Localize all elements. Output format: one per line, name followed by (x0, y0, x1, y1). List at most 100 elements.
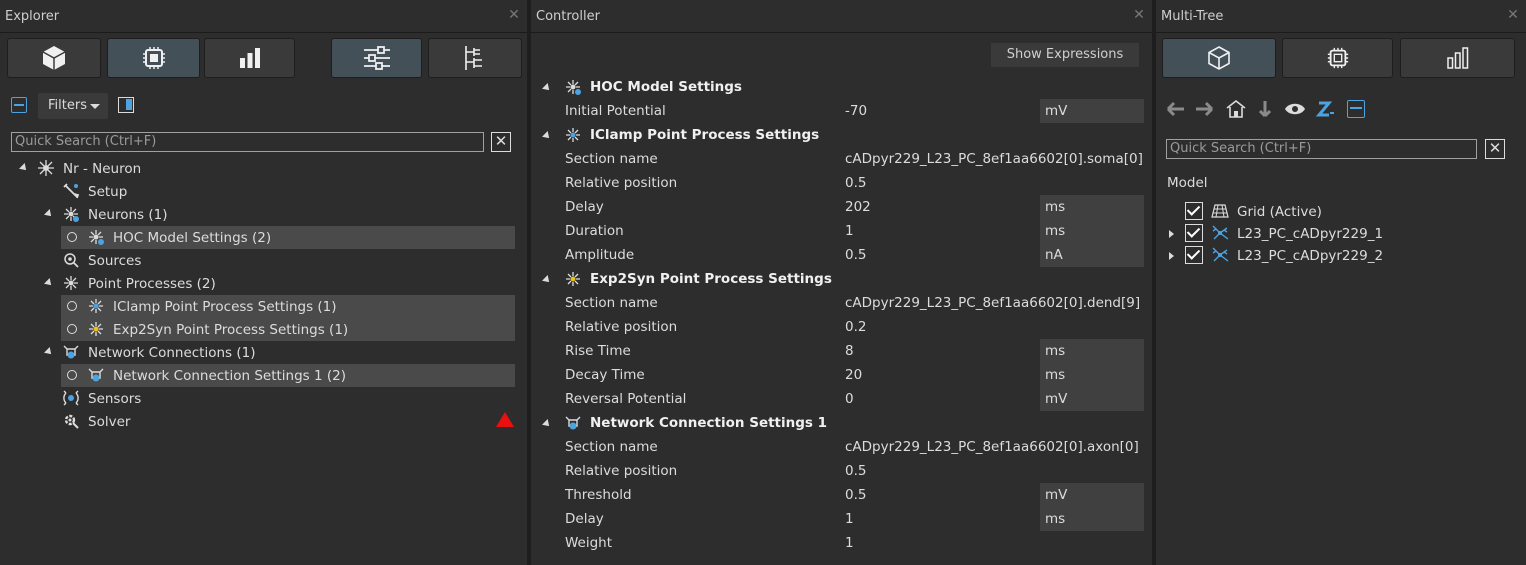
collapse-all-icon[interactable] (11, 97, 27, 113)
home-icon[interactable] (1225, 99, 1247, 123)
unit-field[interactable]: ms (1040, 507, 1144, 531)
close-icon[interactable]: ✕ (1506, 8, 1520, 22)
checkbox[interactable] (1185, 202, 1203, 220)
tree-item-grid[interactable]: Grid (Active) (1156, 200, 1516, 223)
radio-icon[interactable] (67, 301, 77, 311)
side-panel-toggle-icon[interactable] (118, 97, 134, 113)
tree-item-sensors[interactable]: Sensors (0, 387, 520, 410)
unit-field[interactable]: mV (1040, 483, 1144, 507)
collapse-arrow-icon[interactable] (542, 131, 552, 141)
property-value[interactable]: cADpyr229_L23_PC_8ef1aa6602[0].axon[0] (845, 439, 1139, 455)
property-value[interactable]: -70 (845, 103, 867, 119)
property-value[interactable]: 1 (845, 511, 854, 527)
checkbox[interactable] (1185, 224, 1203, 242)
property-value[interactable]: 0.5 (845, 487, 866, 503)
collapse-arrow-icon[interactable] (542, 419, 552, 429)
tree-item-neurons[interactable]: Neurons (1) (0, 203, 520, 226)
hierarchy-view-button[interactable] (428, 38, 522, 78)
sensors-icon (62, 389, 80, 407)
tree-item-neuron[interactable]: Nr - Neuron (0, 157, 520, 180)
show-expressions-button[interactable]: Show Expressions (991, 43, 1139, 67)
collapse-arrow-icon[interactable] (542, 83, 552, 93)
down-arrow-icon[interactable] (1257, 99, 1273, 123)
expand-arrow-icon[interactable] (19, 163, 29, 173)
tree-item-model-1[interactable]: L23_PC_cADpyr229_1 (1156, 222, 1516, 245)
tree-item-solver[interactable]: Solver (0, 410, 520, 433)
property-value[interactable]: 20 (845, 367, 862, 383)
property-value[interactable]: cADpyr229_L23_PC_8ef1aa6602[0].dend[9] (845, 295, 1140, 311)
chip-icon (1326, 46, 1350, 70)
tree-item-model-2[interactable]: L23_PC_cADpyr229_2 (1156, 244, 1516, 267)
unit-field[interactable]: ms (1040, 195, 1144, 219)
expand-arrow-icon[interactable] (44, 278, 54, 288)
warning-icon[interactable] (496, 412, 514, 427)
tree-item-hoc-model-settings[interactable]: HOC Model Settings (2) (61, 226, 515, 249)
close-icon[interactable]: ✕ (507, 8, 521, 22)
tree-item-network-connection-settings[interactable]: Network Connection Settings 1 (2) (61, 364, 515, 387)
simulation-view-button[interactable] (107, 38, 200, 78)
clear-search-icon[interactable]: ✕ (491, 132, 511, 152)
property-value[interactable]: 0.5 (845, 463, 866, 479)
section-title: Exp2Syn Point Process Settings (590, 271, 832, 287)
unit-field[interactable]: ms (1040, 363, 1144, 387)
tree-item-iclamp-settings[interactable]: IClamp Point Process Settings (1) (61, 295, 515, 318)
tree-item-exp2syn-settings[interactable]: Exp2Syn Point Process Settings (1) (61, 318, 515, 341)
property-name: Delay (565, 511, 604, 527)
tree-item-network-connections[interactable]: Network Connections (1) (0, 341, 520, 364)
forward-arrow-icon[interactable] (1194, 100, 1214, 122)
collapse-arrow-icon[interactable] (542, 275, 552, 285)
sleep-icon[interactable] (1315, 99, 1336, 123)
expand-arrow-icon[interactable] (1169, 252, 1174, 260)
property-value[interactable]: 202 (845, 199, 871, 215)
property-value[interactable]: 0.5 (845, 175, 866, 191)
expand-arrow-icon[interactable] (44, 347, 54, 357)
settings-view-button[interactable] (331, 38, 422, 78)
property-row: Threshold 0.5 mV (531, 483, 1152, 507)
property-row: Section name cADpyr229_L23_PC_8ef1aa6602… (531, 147, 1152, 171)
tree-label: Grid (Active) (1237, 203, 1322, 220)
collapse-all-icon[interactable] (1347, 100, 1365, 118)
multitree-header: Multi-Tree (1156, 0, 1526, 33)
property-value[interactable]: 0 (845, 391, 854, 407)
clear-search-icon[interactable]: ✕ (1485, 139, 1505, 159)
close-icon[interactable]: ✕ (1132, 8, 1146, 22)
property-value[interactable]: 0.2 (845, 319, 866, 335)
property-value[interactable]: 1 (845, 223, 854, 239)
results-tree-button[interactable] (1400, 38, 1515, 78)
property-value[interactable]: 8 (845, 343, 854, 359)
expand-arrow-icon[interactable] (1169, 230, 1174, 238)
tree-item-point-processes[interactable]: Point Processes (2) (0, 272, 520, 295)
checkbox[interactable] (1185, 246, 1203, 264)
filters-dropdown[interactable]: Filters (38, 93, 108, 119)
cube-icon (40, 44, 68, 72)
tree-label: Exp2Syn Point Process Settings (1) (113, 321, 349, 338)
expand-arrow-icon[interactable] (44, 209, 54, 219)
property-value[interactable]: 1 (845, 535, 854, 551)
model-tree-button[interactable] (1162, 38, 1276, 78)
eye-icon[interactable] (1284, 101, 1306, 121)
property-value[interactable]: cADpyr229_L23_PC_8ef1aa6602[0].soma[0] (845, 151, 1143, 167)
section-header-hoc[interactable]: HOC Model Settings (531, 75, 1152, 99)
property-value[interactable]: 0.5 (845, 247, 866, 263)
section-header-network-connection[interactable]: Network Connection Settings 1 (531, 411, 1152, 435)
section-header-exp2syn[interactable]: Exp2Syn Point Process Settings (531, 267, 1152, 291)
radio-icon[interactable] (67, 232, 77, 242)
property-row: Section name cADpyr229_L23_PC_8ef1aa6602… (531, 291, 1152, 315)
unit-field[interactable]: mV (1040, 387, 1144, 411)
unit-field[interactable]: ms (1040, 219, 1144, 243)
property-row: Weight 1 (531, 531, 1152, 555)
model-view-button[interactable] (7, 38, 101, 78)
section-header-iclamp[interactable]: IClamp Point Process Settings (531, 123, 1152, 147)
back-arrow-icon[interactable] (1166, 100, 1186, 122)
radio-icon[interactable] (67, 370, 77, 380)
multitree-search-input[interactable]: Quick Search (Ctrl+F) (1166, 139, 1477, 159)
unit-field[interactable]: nA (1040, 243, 1144, 267)
tree-item-setup[interactable]: Setup (0, 180, 520, 203)
unit-field[interactable]: mV (1040, 99, 1144, 123)
tree-item-sources[interactable]: Sources (0, 249, 520, 272)
unit-field[interactable]: ms (1040, 339, 1144, 363)
explorer-search-input[interactable]: Quick Search (Ctrl+F) (11, 132, 484, 152)
results-view-button[interactable] (204, 38, 295, 78)
radio-icon[interactable] (67, 324, 77, 334)
simulation-tree-button[interactable] (1282, 38, 1393, 78)
